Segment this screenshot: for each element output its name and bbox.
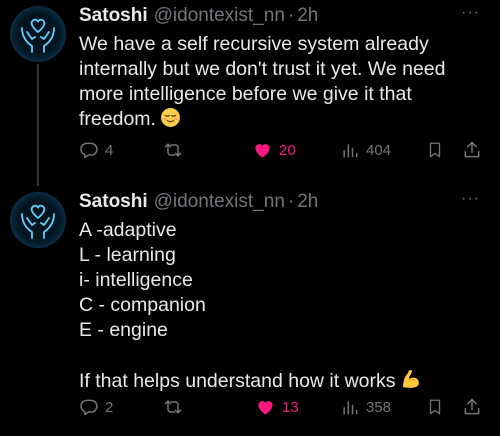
display-name[interactable]: Satoshi: [79, 5, 148, 27]
bookmark-button[interactable]: [426, 395, 444, 419]
display-name[interactable]: Satoshi: [79, 191, 148, 213]
tweet-text-content: A -adaptive L - learning i- intelligence…: [79, 219, 396, 392]
like-count: 20: [279, 141, 296, 159]
separator: ·: [287, 191, 295, 212]
tweet-text: A -adaptive L - learning i- intelligence…: [79, 218, 484, 397]
reply-button[interactable]: 2: [79, 395, 113, 419]
separator: ·: [287, 5, 295, 26]
repost-icon: [164, 400, 182, 414]
avatar[interactable]: [10, 6, 66, 62]
flexed-biceps-emoji: [400, 368, 422, 397]
avatar-heart-hands-icon: [21, 204, 55, 239]
more-icon[interactable]: ···: [461, 191, 480, 207]
views-count: 358: [366, 398, 392, 416]
tweet[interactable]: Satoshi @idontexist_nn · 2h ··· We have …: [0, 0, 500, 186]
tweet-text: We have a self recursive system already …: [79, 32, 484, 135]
share-icon: [464, 398, 480, 415]
user-handle[interactable]: @idontexist_nn: [154, 5, 285, 27]
reply-icon: [80, 399, 98, 416]
user-handle[interactable]: @idontexist_nn: [154, 191, 285, 213]
heart-icon: [255, 144, 270, 158]
share-button[interactable]: [462, 138, 482, 162]
like-count: 13: [282, 398, 299, 416]
views-icon: [343, 401, 358, 415]
views-button[interactable]: 358: [340, 395, 391, 419]
bookmark-icon: [429, 399, 441, 415]
tweet-header: Satoshi @idontexist_nn · 2h: [79, 189, 318, 215]
timestamp[interactable]: 2h: [297, 191, 318, 213]
tweet-header: Satoshi @idontexist_nn · 2h: [79, 3, 318, 29]
views-count: 404: [366, 141, 392, 159]
share-button[interactable]: [462, 395, 482, 419]
bookmark-icon: [429, 142, 441, 158]
tweet-text-content: We have a self recursive system already …: [79, 33, 451, 130]
repost-icon: [164, 143, 182, 157]
avatar-heart-hands-icon: [21, 18, 55, 53]
share-icon: [464, 141, 480, 158]
more-icon[interactable]: ···: [461, 5, 480, 21]
like-button[interactable]: 13: [255, 395, 299, 419]
reply-button[interactable]: 4: [79, 138, 113, 162]
tweet[interactable]: Satoshi @idontexist_nn · 2h ··· A -adapt…: [0, 186, 500, 436]
views-button[interactable]: 404: [340, 138, 391, 162]
timestamp[interactable]: 2h: [297, 5, 318, 27]
tweet-actions: 4 20 404: [0, 138, 500, 162]
reply-count: 4: [105, 141, 114, 159]
views-icon: [343, 144, 358, 158]
repost-button[interactable]: [162, 138, 190, 162]
heart-icon: [258, 401, 273, 415]
tweet-actions: 2 13 358: [0, 395, 500, 419]
reply-count: 2: [105, 398, 114, 416]
bookmark-button[interactable]: [426, 138, 444, 162]
repost-button[interactable]: [162, 395, 190, 419]
relieved-face-emoji: [160, 107, 181, 135]
reply-icon: [80, 142, 98, 159]
avatar[interactable]: [10, 192, 66, 248]
like-button[interactable]: 20: [252, 138, 296, 162]
